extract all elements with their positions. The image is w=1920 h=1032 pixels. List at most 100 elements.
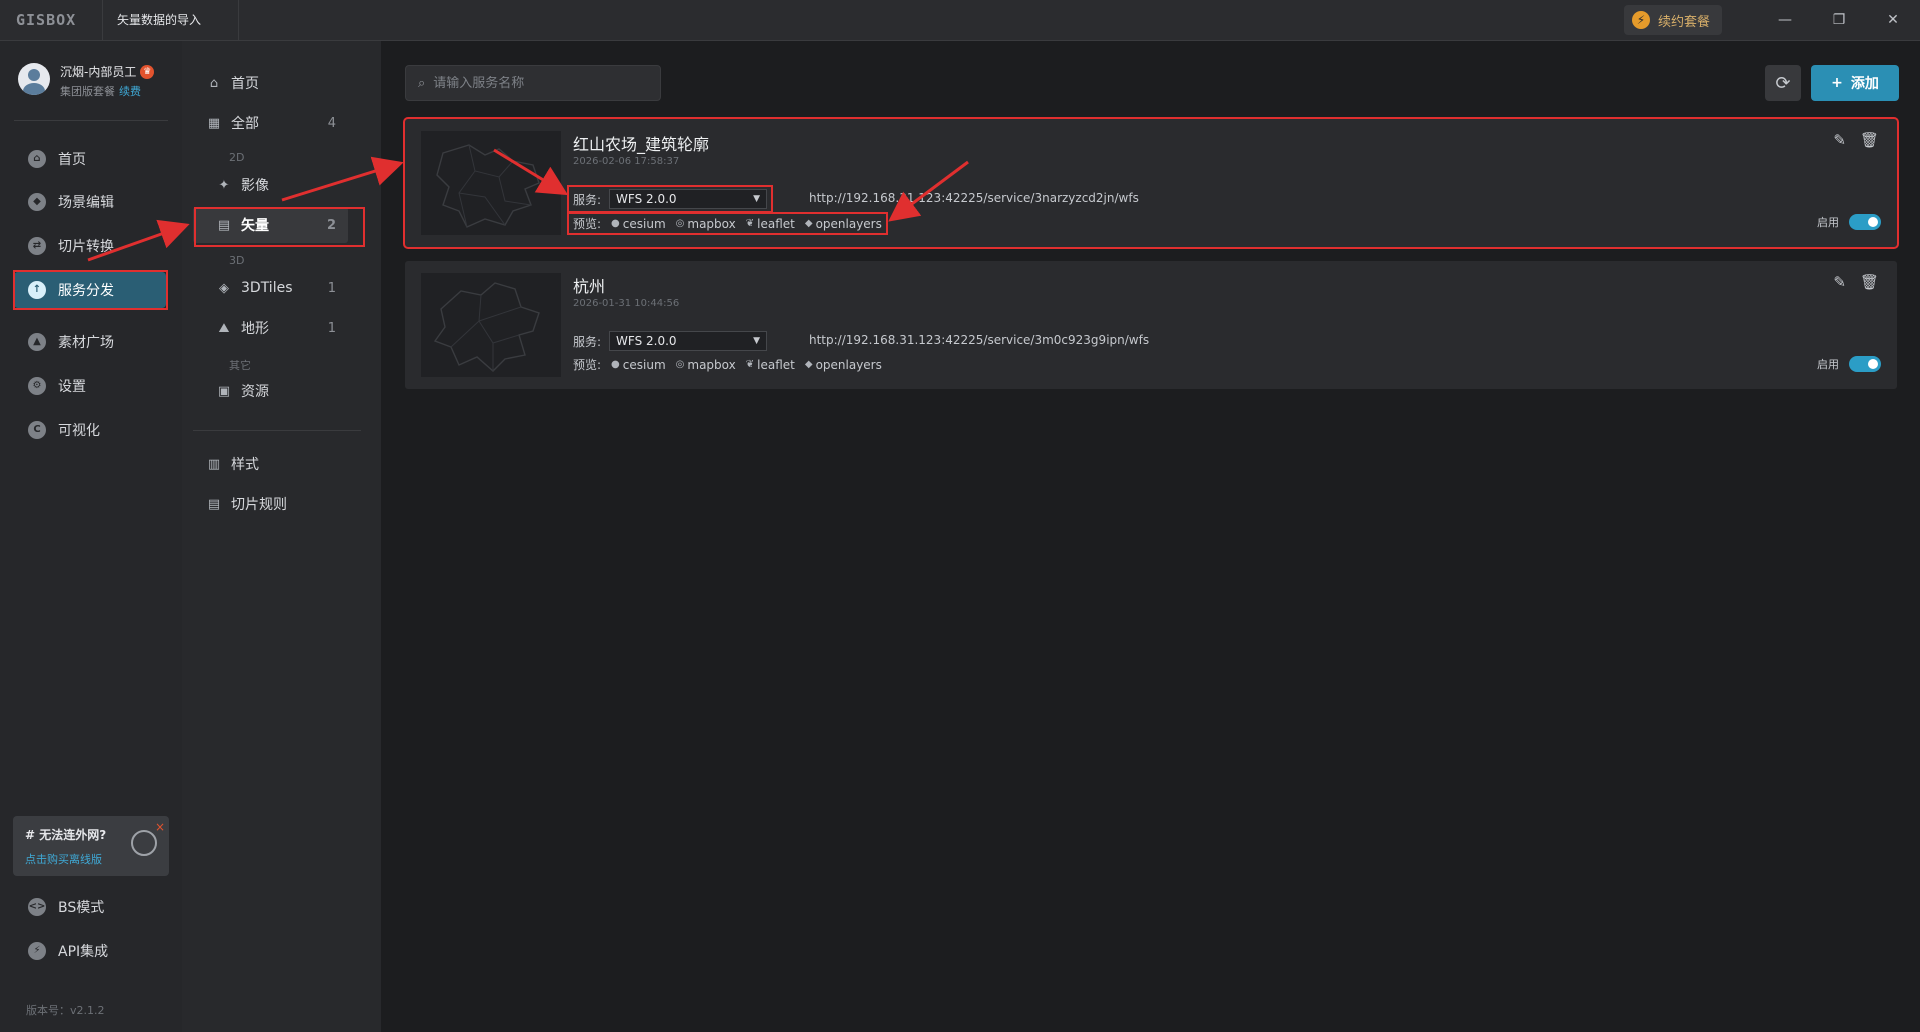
home-icon: ⌂ <box>209 75 219 91</box>
mountain-icon: ⛰ <box>218 320 230 336</box>
leaflet-icon: ❦ <box>745 359 755 370</box>
service-version-select[interactable]: WFS 2.0.0 ▼ <box>609 189 768 209</box>
subnav-label: 样式 <box>231 457 259 473</box>
subnav-3dtiles[interactable]: ◈ 3DTiles 1 <box>193 270 348 306</box>
subnav-label: 全部 <box>231 116 259 132</box>
refresh-icon: ⟳ <box>1775 72 1791 94</box>
service-date: 2026-02-06 17:58:37 <box>573 156 680 167</box>
preview-openlayers-link[interactable]: ◆ openlayers <box>805 217 882 231</box>
document-icon: ▤ <box>207 496 221 512</box>
home-icon: ⌂ <box>28 150 46 168</box>
card-actions: ✎ 🗑 <box>1833 273 1879 291</box>
preview-mapbox-link[interactable]: ◎ mapbox <box>676 217 736 231</box>
preview-cesium-link[interactable]: ● cesium <box>611 358 666 372</box>
main-content: ⌕ ⟳ + 添加 红山农场_建筑轮廓 2026-02-06 17:58:37 服… <box>381 41 1920 1032</box>
search-input[interactable] <box>433 75 644 91</box>
subnav-resource[interactable]: ▣ 资源 <box>193 373 348 409</box>
select-value: WFS 2.0.0 <box>616 192 677 206</box>
subnav-label: 首页 <box>231 76 259 92</box>
subnav-home[interactable]: ⌂ 首页 <box>193 65 348 101</box>
preview-mapbox-link[interactable]: ◎ mapbox <box>676 358 736 372</box>
subnav-imagery[interactable]: ✦ 影像 <box>193 167 348 203</box>
service-row: 服务: WFS 2.0.0 ▼ <box>573 331 768 351</box>
nav-item-tile-convert[interactable]: ⇄ 切片转换 <box>14 228 166 264</box>
offline-banner[interactable]: # 无法连外网? 点击购买离线版 <box>13 816 169 876</box>
nav-item-label: 首页 <box>58 152 86 168</box>
primary-sidebar: 沉烟-内部员工 ♛ 集团版套餐 续费 ⌂ 首页 ◆ 场景编辑 ⇄ 切片转换 ↑ 服… <box>0 41 182 1032</box>
enable-control: 启用 <box>1817 214 1881 230</box>
renew-link[interactable]: 续费 <box>119 85 141 98</box>
group-label-2d: 2D <box>229 151 245 164</box>
subnav-label: 影像 <box>241 178 269 194</box>
service-label: 服务: <box>573 334 602 349</box>
nav-item-bs-mode[interactable]: <> BS模式 <box>14 889 166 925</box>
preview-cesium-link[interactable]: ● cesium <box>611 217 666 231</box>
nav-item-label: BS模式 <box>58 900 105 916</box>
service-url[interactable]: http://192.168.31.123:42225/service/3nar… <box>809 191 1139 205</box>
nav-item-asset-square[interactable]: ▲ 素材广场 <box>14 324 166 360</box>
nav-item-home[interactable]: ⌂ 首页 <box>14 141 166 177</box>
nav-item-settings[interactable]: ⚙ 设置 <box>14 368 166 404</box>
subnav-all[interactable]: ▦ 全部 4 <box>193 105 348 141</box>
enable-toggle[interactable] <box>1849 214 1881 230</box>
preview-row: 预览: ● cesium ◎ mapbox ❦ leaflet ◆ openlayers <box>567 212 888 235</box>
renew-plan-label: 续约套餐 <box>1657 14 1710 30</box>
trash-icon[interactable]: 🗑 <box>1860 273 1879 291</box>
service-url[interactable]: http://192.168.31.123:42225/service/3m0c… <box>809 333 1149 347</box>
version-label: 版本号：v2.1.2 <box>26 1004 105 1017</box>
nav-item-label: 场景编辑 <box>58 195 114 211</box>
preview-leaflet-link[interactable]: ❦ leaflet <box>746 217 795 231</box>
subnav-label: 3DTiles <box>241 280 293 296</box>
openlayers-icon: ◆ <box>804 218 813 229</box>
nav-item-visualization[interactable]: C 可视化 <box>14 412 166 448</box>
subnav-terrain[interactable]: ⛰ 地形 1 <box>193 310 348 346</box>
caret-down-icon: ▼ <box>753 336 761 346</box>
service-label: 服务: <box>573 192 602 207</box>
cube-icon: ◆ <box>28 193 46 211</box>
preview-row: 预览: ● cesium ◎ mapbox ❦ leaflet ◆ openlayers <box>573 356 882 373</box>
service-version-select[interactable]: WFS 2.0.0 ▼ <box>609 331 768 351</box>
service-card[interactable]: 红山农场_建筑轮廓 2026-02-06 17:58:37 服务: WFS 2.… <box>403 117 1899 249</box>
renew-plan-button[interactable]: ⚡ 续约套餐 <box>1623 5 1722 35</box>
nav-item-api[interactable]: ⚡ API集成 <box>14 933 166 969</box>
app-logo: GISBOX <box>16 11 77 29</box>
edit-icon[interactable]: ✎ <box>1833 131 1846 149</box>
enable-toggle[interactable] <box>1849 356 1881 372</box>
group-label-other: 其它 <box>229 359 251 372</box>
refresh-button[interactable]: ⟳ <box>1765 65 1801 101</box>
map-thumbnail <box>421 131 561 235</box>
edit-icon[interactable]: ✎ <box>1833 273 1846 291</box>
archive-icon: ▣ <box>217 383 231 399</box>
user-profile[interactable]: 沉烟-内部员工 ♛ 集团版套餐 续费 <box>18 63 155 99</box>
add-service-button[interactable]: + 添加 <box>1811 65 1899 101</box>
gear-icon: ⚙ <box>28 377 46 395</box>
trash-icon[interactable]: 🗑 <box>1860 131 1879 149</box>
subnav-label: 切片规则 <box>231 497 287 513</box>
nav-item-label: 设置 <box>58 379 86 395</box>
count-badge: 4 <box>327 115 336 131</box>
subnav-tile-rules[interactable]: ▤ 切片规则 <box>193 486 348 522</box>
map-thumbnail <box>421 273 561 377</box>
group-label-3d: 3D <box>229 254 245 267</box>
cesium-icon: ● <box>611 218 620 229</box>
minimize-button[interactable]: — <box>1758 0 1812 41</box>
user-plan: 集团版套餐 <box>60 85 115 98</box>
mapbox-icon: ◎ <box>675 218 685 229</box>
add-service-label: 添加 <box>1850 76 1879 92</box>
subnav-style[interactable]: ▥ 样式 <box>193 446 348 482</box>
preview-label: 预览: <box>573 358 602 372</box>
nav-item-scene-edit[interactable]: ◆ 场景编辑 <box>14 184 166 220</box>
service-card[interactable]: 杭州 2026-01-31 10:44:56 服务: WFS 2.0.0 ▼ h… <box>405 261 1897 389</box>
preview-openlayers-link[interactable]: ◆ openlayers <box>805 358 882 372</box>
maximize-button[interactable]: ❐ <box>1812 0 1866 41</box>
select-value: WFS 2.0.0 <box>616 334 677 348</box>
preview-leaflet-link[interactable]: ❦ leaflet <box>746 358 795 372</box>
close-window-button[interactable]: ✕ <box>1866 0 1920 41</box>
search-box[interactable]: ⌕ <box>405 65 661 101</box>
nav-item-label: 可视化 <box>58 423 100 439</box>
enable-label: 启用 <box>1817 216 1839 229</box>
satellite-icon <box>131 820 165 856</box>
cesium-icon: ● <box>611 359 620 370</box>
chart-icon: C <box>28 421 46 439</box>
plus-icon: + <box>1831 75 1843 91</box>
